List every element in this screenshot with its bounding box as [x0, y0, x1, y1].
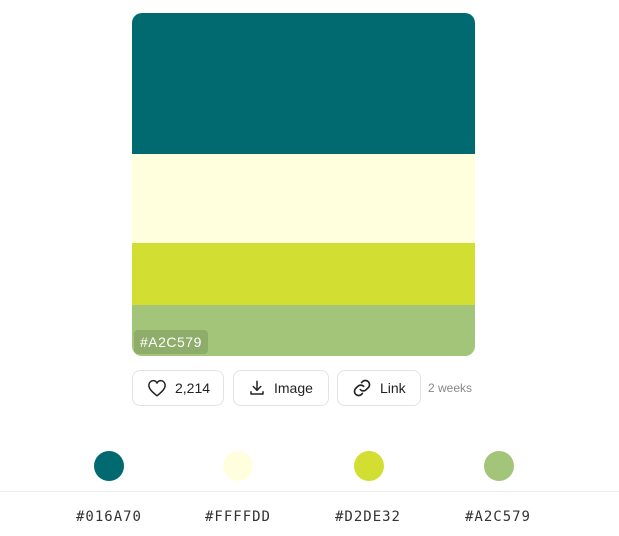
download-icon [248, 379, 266, 397]
color-dot-4[interactable] [484, 451, 514, 481]
swatch-2[interactable] [132, 154, 475, 243]
image-download-button[interactable]: Image [233, 370, 329, 406]
color-code-2[interactable]: #FFFFDD [183, 509, 293, 525]
link-label: Link [380, 380, 406, 396]
link-icon [352, 378, 372, 398]
color-code-1[interactable]: #016A70 [54, 509, 164, 525]
image-label: Image [274, 380, 313, 396]
color-code-3[interactable]: #D2DE32 [313, 509, 423, 525]
swatch-hex-label: #A2C579 [134, 330, 208, 354]
color-dot-2[interactable] [223, 451, 253, 481]
like-button[interactable]: 2,214 [132, 370, 224, 406]
color-dot-1[interactable] [94, 451, 124, 481]
color-dot-3[interactable] [354, 451, 384, 481]
swatch-4[interactable]: #A2C579 [132, 305, 475, 356]
like-count: 2,214 [175, 380, 211, 396]
heart-icon [147, 379, 167, 397]
palette-card[interactable]: #A2C579 [132, 13, 475, 356]
swatch-3[interactable] [132, 243, 475, 305]
swatch-1[interactable] [132, 13, 475, 154]
color-code-4[interactable]: #A2C579 [443, 509, 553, 525]
copy-link-button[interactable]: Link [337, 370, 421, 406]
divider [0, 491, 619, 492]
timestamp: 2 weeks [428, 381, 473, 395]
